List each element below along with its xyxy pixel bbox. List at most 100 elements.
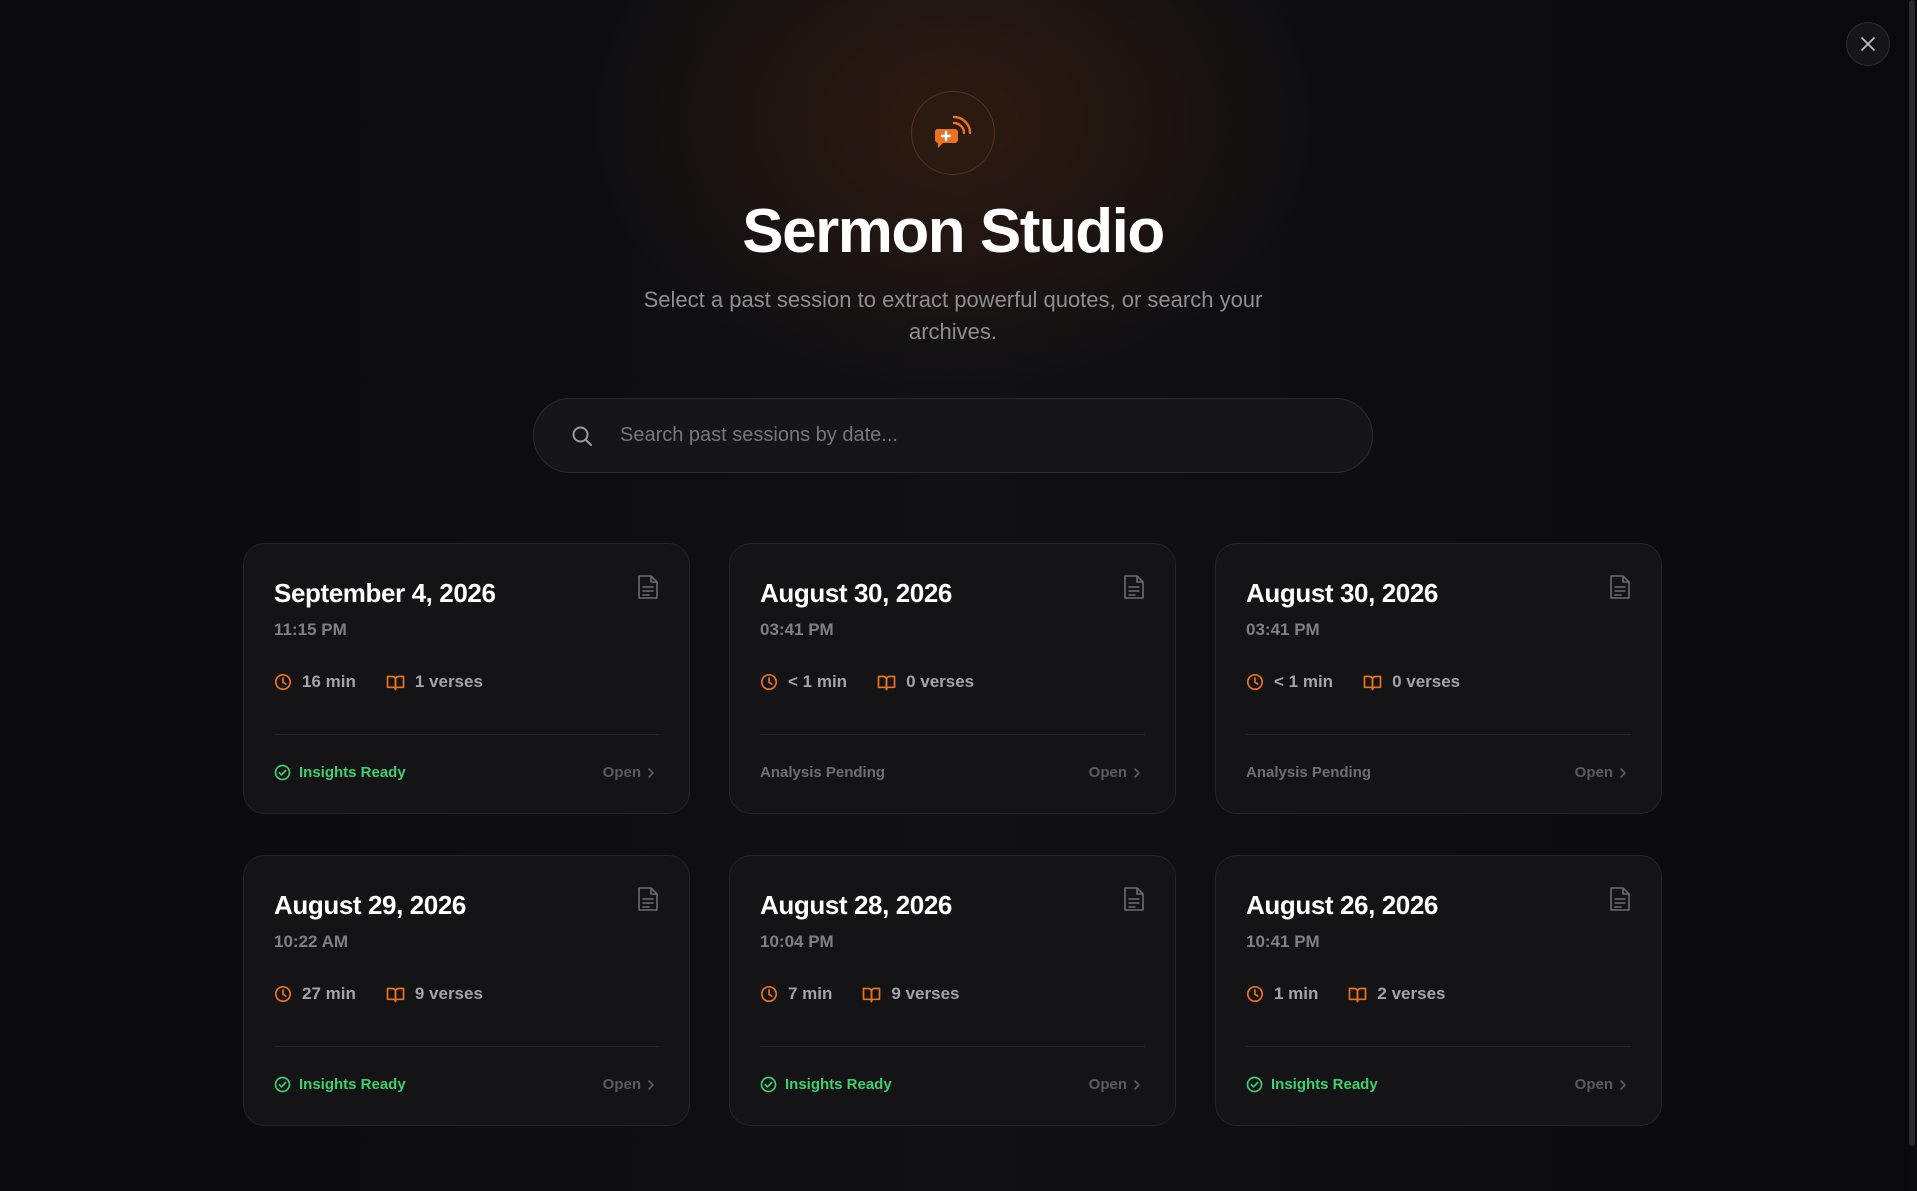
check-circle-icon (760, 1076, 777, 1093)
session-date: August 30, 2026 (1246, 578, 1438, 608)
chevron-right-icon (648, 1079, 654, 1090)
session-card[interactable]: August 29, 2026 10:22 AM 27 min 9 verses (243, 855, 690, 1126)
search-icon (572, 426, 592, 446)
app-page: Sermon Studio Select a past session to e… (0, 0, 1917, 1191)
card-divider (1246, 1046, 1631, 1047)
session-meta: 1 min 2 verses (1246, 984, 1475, 1004)
session-time: 03:41 PM (760, 620, 834, 639)
document-icon (638, 575, 658, 599)
status-badge: Insights Ready (1246, 1076, 1378, 1093)
open-label: Open (1088, 1076, 1127, 1093)
open-label: Open (1574, 764, 1613, 781)
book-icon (1349, 987, 1367, 1002)
clock-icon (274, 673, 292, 691)
session-date: September 4, 2026 (274, 578, 496, 608)
card-divider (760, 734, 1145, 735)
session-date: August 26, 2026 (1246, 890, 1438, 920)
book-icon (386, 987, 405, 1002)
duration-text: < 1 min (1274, 672, 1334, 691)
clock-icon (274, 985, 292, 1003)
open-label: Open (602, 1076, 641, 1093)
session-date: August 29, 2026 (274, 890, 466, 920)
close-button[interactable] (1846, 22, 1890, 66)
book-icon (1363, 675, 1382, 690)
card-divider (274, 1046, 659, 1047)
scrollbar-thumb[interactable] (1909, 0, 1915, 1146)
chevron-right-icon (1620, 767, 1626, 778)
open-label: Open (1574, 1076, 1613, 1093)
session-time: 10:41 PM (1246, 932, 1320, 951)
verses: 9 verses (862, 984, 959, 1004)
status-text: Insights Ready (299, 1076, 406, 1093)
duration: 1 min (1246, 984, 1318, 1004)
clock-icon (760, 673, 778, 691)
chevron-right-icon (1134, 767, 1140, 778)
status-text: Insights Ready (1271, 1076, 1378, 1093)
clock-icon (1246, 985, 1264, 1003)
document-icon (638, 887, 658, 911)
duration: < 1 min (1246, 672, 1333, 692)
duration-text: 27 min (302, 984, 356, 1003)
open-button[interactable]: Open (1089, 764, 1141, 781)
open-button[interactable]: Open (1575, 764, 1627, 781)
open-label: Open (1088, 764, 1127, 781)
open-label: Open (602, 764, 641, 781)
session-time: 10:04 PM (760, 932, 834, 951)
status-badge: Insights Ready (274, 1076, 406, 1093)
book-icon (877, 675, 896, 690)
verses: 9 verses (386, 984, 483, 1004)
verses: 0 verses (1363, 672, 1460, 692)
document-icon (1124, 575, 1144, 599)
verses: 0 verses (877, 672, 974, 692)
session-card[interactable]: August 30, 2026 03:41 PM < 1 min 0 verse… (1215, 543, 1662, 814)
status-text: Analysis Pending (760, 764, 886, 781)
session-meta: < 1 min 0 verses (1246, 672, 1490, 692)
session-card[interactable]: August 26, 2026 10:41 PM 1 min 2 verses (1215, 855, 1662, 1126)
close-icon (1861, 37, 1875, 51)
duration: 16 min (274, 672, 356, 692)
session-meta: 16 min 1 verses (274, 672, 513, 692)
status-text: Insights Ready (785, 1076, 892, 1093)
app-logo (911, 91, 995, 175)
clock-icon (760, 985, 778, 1003)
clock-icon (1246, 673, 1264, 691)
open-button[interactable]: Open (603, 764, 655, 781)
open-button[interactable]: Open (1575, 1076, 1627, 1093)
session-meta: < 1 min 0 verses (760, 672, 1004, 692)
duration: 27 min (274, 984, 356, 1004)
duration-text: 1 min (1274, 984, 1319, 1003)
page-subtitle: Select a past session to extract powerfu… (643, 287, 1263, 344)
search-input[interactable] (620, 424, 1340, 447)
document-icon (1124, 887, 1144, 911)
session-card[interactable]: August 30, 2026 03:41 PM < 1 min 0 verse… (729, 543, 1176, 814)
verses: 1 verses (386, 672, 483, 692)
session-time: 10:22 AM (274, 932, 349, 951)
status-badge: Insights Ready (760, 1076, 892, 1093)
status-text: Insights Ready (299, 764, 406, 781)
verses-text: 0 verses (1392, 672, 1461, 691)
book-icon (386, 675, 405, 690)
check-circle-icon (274, 1076, 291, 1093)
scrollbar[interactable] (1907, 0, 1917, 1191)
status-text: Analysis Pending (1246, 764, 1372, 781)
card-divider (274, 734, 659, 735)
session-card[interactable]: September 4, 2026 11:15 PM 16 min 1 vers… (243, 543, 690, 814)
session-time: 11:15 PM (274, 620, 347, 639)
session-date: August 28, 2026 (760, 890, 952, 920)
open-button[interactable]: Open (1089, 1076, 1141, 1093)
duration-text: 16 min (302, 672, 356, 691)
duration: < 1 min (760, 672, 847, 692)
document-icon (1610, 575, 1630, 599)
session-meta: 27 min 9 verses (274, 984, 513, 1004)
status-badge: Insights Ready (274, 764, 406, 781)
card-divider (760, 1046, 1145, 1047)
book-icon (863, 987, 881, 1002)
duration-text: < 1 min (788, 672, 848, 691)
session-card[interactable]: August 28, 2026 10:04 PM 7 min 9 verses (729, 855, 1176, 1126)
open-button[interactable]: Open (603, 1076, 655, 1093)
verses-text: 1 verses (414, 672, 483, 691)
chevron-right-icon (1134, 1079, 1140, 1090)
check-circle-icon (274, 764, 291, 781)
search-bar[interactable] (533, 398, 1373, 473)
duration-text: 7 min (788, 984, 833, 1003)
